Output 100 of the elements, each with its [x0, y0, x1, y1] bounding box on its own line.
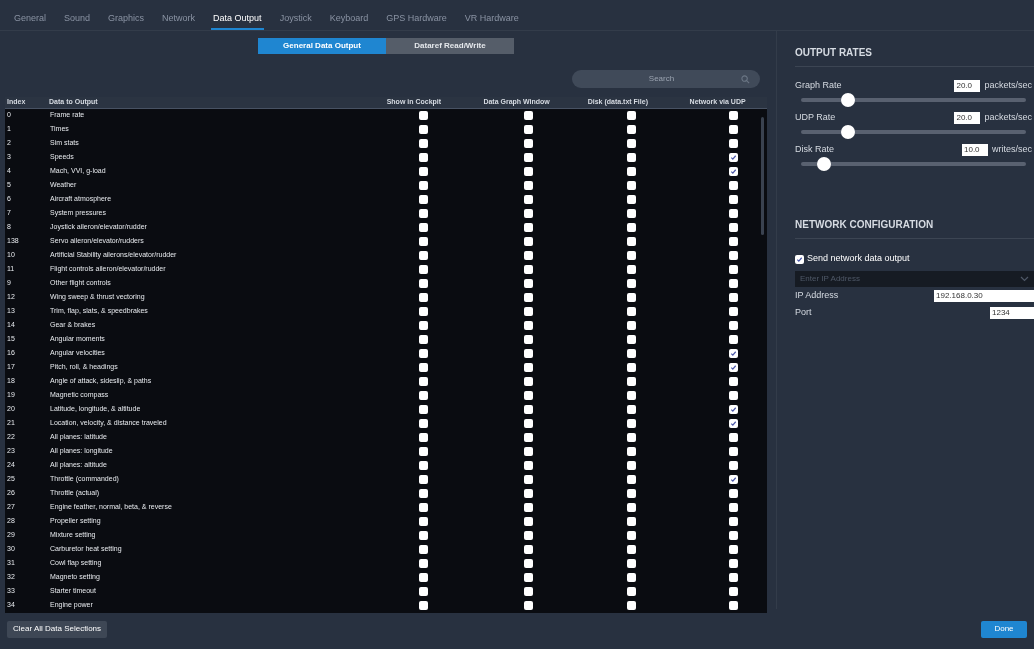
checkbox[interactable]: [418, 559, 428, 568]
checkbox[interactable]: [523, 195, 533, 204]
checkbox[interactable]: [523, 321, 533, 330]
checkbox[interactable]: [418, 307, 428, 316]
checkbox[interactable]: [418, 237, 428, 246]
slider-thumb[interactable]: [816, 157, 831, 171]
checkbox[interactable]: [729, 601, 738, 610]
checkbox[interactable]: [627, 461, 636, 470]
checkbox[interactable]: [729, 419, 738, 428]
checkbox[interactable]: [523, 433, 533, 442]
checkbox[interactable]: [729, 573, 738, 582]
checkbox[interactable]: [418, 489, 428, 498]
checkbox[interactable]: [523, 559, 533, 568]
checkbox[interactable]: [627, 433, 636, 442]
checkbox[interactable]: [418, 363, 428, 372]
checkbox[interactable]: [627, 307, 636, 316]
checkbox[interactable]: [729, 587, 738, 596]
checkbox[interactable]: [418, 139, 428, 148]
checkbox[interactable]: [627, 181, 636, 190]
checkbox[interactable]: [523, 307, 533, 316]
checkbox[interactable]: [627, 531, 636, 540]
checkbox[interactable]: [523, 517, 533, 526]
checkbox[interactable]: [627, 447, 636, 456]
checkbox[interactable]: [729, 447, 738, 456]
checkbox[interactable]: [729, 391, 738, 400]
checkbox[interactable]: [729, 321, 738, 330]
checkbox[interactable]: [627, 377, 636, 386]
checkbox[interactable]: [523, 545, 533, 554]
checkbox[interactable]: [418, 545, 428, 554]
checkbox[interactable]: [729, 181, 738, 190]
checkbox[interactable]: [418, 349, 428, 358]
checkbox[interactable]: [523, 293, 533, 302]
slider[interactable]: [801, 157, 1026, 171]
checkbox[interactable]: [729, 475, 738, 484]
checkbox[interactable]: [627, 391, 636, 400]
checkbox[interactable]: [418, 475, 428, 484]
checkbox[interactable]: [729, 335, 738, 344]
checkbox[interactable]: [523, 363, 533, 372]
checkbox[interactable]: [729, 461, 738, 470]
checkbox[interactable]: [627, 363, 636, 372]
rate-field[interactable]: 10.0: [962, 144, 988, 156]
checkbox[interactable]: [418, 223, 428, 232]
tab[interactable]: Graphics: [106, 11, 147, 30]
checkbox[interactable]: [523, 447, 533, 456]
checkbox[interactable]: [729, 279, 738, 288]
clear-selections-button[interactable]: Clear All Data Selections: [7, 620, 108, 638]
checkbox[interactable]: [523, 391, 533, 400]
checkbox[interactable]: [523, 111, 533, 120]
checkbox[interactable]: [627, 489, 636, 498]
checkbox[interactable]: [418, 433, 428, 442]
checkbox[interactable]: [418, 405, 428, 414]
tab[interactable]: Network: [160, 11, 198, 30]
checkbox[interactable]: [523, 279, 533, 288]
checkbox[interactable]: [418, 601, 428, 610]
checkbox[interactable]: [627, 139, 636, 148]
done-button[interactable]: Done: [981, 620, 1027, 638]
tab[interactable]: GPS Hardware: [384, 11, 449, 30]
tab[interactable]: Data Output: [211, 11, 264, 30]
checkbox[interactable]: [523, 181, 533, 190]
checkbox[interactable]: [418, 461, 428, 470]
checkbox[interactable]: [729, 111, 738, 120]
checkbox[interactable]: [627, 293, 636, 302]
slider-thumb[interactable]: [841, 93, 856, 107]
checkbox[interactable]: [627, 279, 636, 288]
rate-field[interactable]: 20.0: [954, 80, 981, 92]
checkbox[interactable]: [523, 601, 533, 610]
checkbox[interactable]: [418, 111, 428, 120]
checkbox[interactable]: [418, 335, 428, 344]
checkbox[interactable]: [729, 349, 738, 358]
checkbox[interactable]: [729, 223, 738, 232]
tab[interactable]: VR Hardware: [462, 11, 521, 30]
checkbox[interactable]: [627, 265, 636, 274]
rate-field[interactable]: 20.0: [954, 112, 981, 124]
checkbox[interactable]: [523, 335, 533, 344]
checkbox[interactable]: [523, 237, 533, 246]
checkbox[interactable]: [627, 405, 636, 414]
checkbox[interactable]: [418, 125, 428, 134]
checkbox[interactable]: [418, 447, 428, 456]
checkbox[interactable]: [523, 251, 533, 260]
slider-thumb[interactable]: [841, 125, 856, 139]
checkbox[interactable]: [418, 321, 428, 330]
checkbox[interactable]: [523, 125, 533, 134]
checkbox[interactable]: [523, 531, 533, 540]
checkbox[interactable]: [523, 461, 533, 470]
checkbox[interactable]: [627, 335, 636, 344]
slider[interactable]: [801, 93, 1026, 107]
text-field[interactable]: 1234: [990, 306, 1034, 319]
checkbox[interactable]: [627, 545, 636, 554]
checkbox[interactable]: [729, 545, 738, 554]
checkbox[interactable]: [418, 419, 428, 428]
checkbox[interactable]: [729, 167, 738, 176]
checkbox[interactable]: [523, 167, 533, 176]
checkbox[interactable]: [729, 153, 738, 162]
checkbox[interactable]: [627, 195, 636, 204]
checkbox[interactable]: [627, 167, 636, 176]
checkbox[interactable]: [627, 321, 636, 330]
checkbox[interactable]: [523, 153, 533, 162]
checkbox[interactable]: [729, 307, 738, 316]
checkbox[interactable]: [627, 237, 636, 246]
checkbox[interactable]: [729, 251, 738, 260]
